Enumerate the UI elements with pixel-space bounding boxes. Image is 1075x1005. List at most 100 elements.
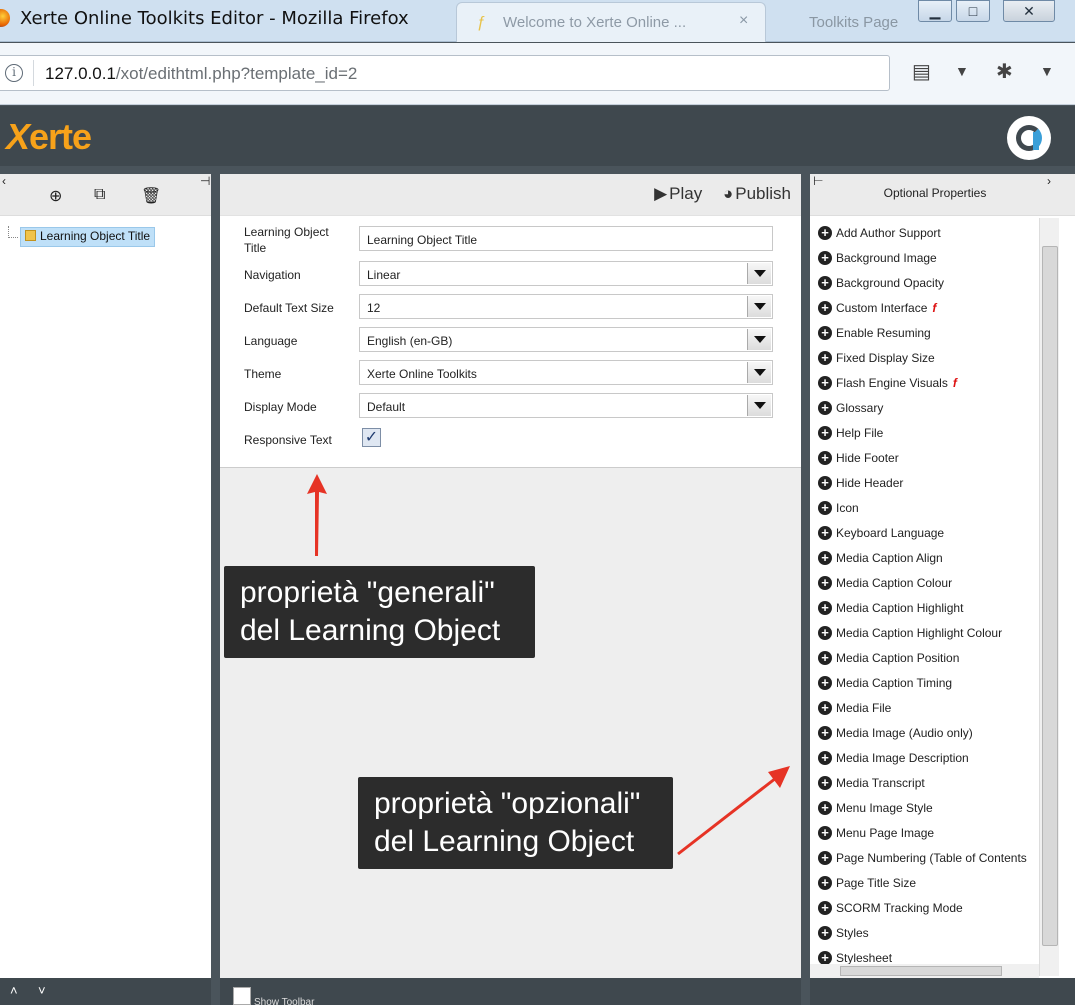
navigation-select[interactable]: Linear bbox=[359, 261, 773, 286]
add-icon[interactable]: + bbox=[818, 775, 832, 790]
list-item[interactable]: + Media Image (Audio only) bbox=[818, 720, 1040, 745]
add-icon[interactable]: + bbox=[818, 925, 832, 940]
list-item[interactable]: + Help File bbox=[818, 420, 1040, 445]
list-item[interactable]: + Glossary bbox=[818, 395, 1040, 420]
responsive-text-checkbox[interactable]: ✓ bbox=[362, 428, 381, 447]
vertical-scrollbar[interactable] bbox=[1039, 218, 1059, 976]
add-icon[interactable]: + bbox=[818, 675, 832, 690]
title-input[interactable]: Learning Object Title bbox=[359, 226, 773, 251]
show-toolbar-checkbox[interactable] bbox=[233, 987, 251, 1005]
add-icon[interactable]: + bbox=[818, 625, 832, 640]
list-item[interactable]: + Media Caption Timing bbox=[818, 670, 1040, 695]
chevron-down-icon[interactable]: ▼ bbox=[955, 63, 969, 79]
list-item[interactable]: + Add Author Support bbox=[818, 220, 1040, 245]
text-size-select[interactable]: 12 bbox=[359, 294, 773, 319]
scrollbar-thumb[interactable] bbox=[1042, 246, 1058, 946]
list-item[interactable]: + Media Image Description bbox=[818, 745, 1040, 770]
chevron-down-icon[interactable] bbox=[747, 296, 771, 317]
clipboard-icon[interactable]: ▤ bbox=[912, 59, 931, 84]
chevron-down-icon[interactable] bbox=[747, 329, 771, 350]
list-item[interactable]: + Hide Footer bbox=[818, 445, 1040, 470]
add-icon[interactable]: + bbox=[818, 400, 832, 415]
list-item[interactable]: + Custom Interface f bbox=[818, 295, 1040, 320]
add-icon[interactable]: + bbox=[818, 900, 832, 915]
info-icon[interactable]: i bbox=[5, 64, 23, 82]
horizontal-scrollbar[interactable] bbox=[810, 964, 1039, 978]
add-icon[interactable]: + bbox=[818, 300, 832, 315]
add-icon[interactable]: + bbox=[818, 750, 832, 765]
add-icon[interactable]: + bbox=[818, 800, 832, 815]
close-window-button[interactable]: ✕ bbox=[1003, 0, 1055, 22]
add-icon[interactable]: + bbox=[818, 700, 832, 715]
pin-icon[interactable]: ⊣ bbox=[200, 174, 210, 188]
chevron-down-icon[interactable] bbox=[747, 263, 771, 284]
chevron-down-icon[interactable]: ˅ bbox=[38, 983, 46, 998]
chevron-left-icon[interactable]: ‹ bbox=[2, 174, 6, 188]
add-icon[interactable]: + bbox=[818, 475, 832, 490]
list-item[interactable]: + SCORM Tracking Mode bbox=[818, 895, 1040, 920]
accessibility-icon[interactable] bbox=[1007, 116, 1051, 160]
tab-welcome[interactable]: ƒ Welcome to Xerte Online ... × bbox=[456, 2, 766, 42]
add-icon[interactable]: + bbox=[818, 275, 832, 290]
add-icon[interactable]: + bbox=[818, 250, 832, 265]
add-icon[interactable]: + bbox=[818, 225, 832, 240]
list-item[interactable]: + Icon bbox=[818, 495, 1040, 520]
add-icon[interactable]: + bbox=[818, 350, 832, 365]
close-icon[interactable]: × bbox=[739, 12, 748, 30]
list-item[interactable]: + Media Caption Highlight bbox=[818, 595, 1040, 620]
add-icon[interactable]: + bbox=[818, 500, 832, 515]
add-icon[interactable]: + bbox=[818, 450, 832, 465]
publish-button[interactable]: ◕ Publish bbox=[723, 184, 791, 203]
add-icon[interactable]: + bbox=[818, 325, 832, 340]
minimize-button[interactable]: ▁ bbox=[918, 0, 952, 22]
firebug-icon[interactable]: ✱ bbox=[996, 59, 1013, 84]
add-icon[interactable]: + bbox=[818, 950, 832, 965]
display-mode-select[interactable]: Default bbox=[359, 393, 773, 418]
list-item[interactable]: + Media Caption Highlight Colour bbox=[818, 620, 1040, 645]
add-icon[interactable]: + bbox=[818, 525, 832, 540]
list-item[interactable]: + Keyboard Language bbox=[818, 520, 1040, 545]
tab-toolkits[interactable]: Toolkits Page bbox=[765, 4, 898, 40]
url-text[interactable]: 127.0.0.1/xot/edithtml.php?template_id=2 bbox=[45, 64, 357, 84]
add-icon[interactable]: + bbox=[818, 425, 832, 440]
tree-item-learning-object[interactable]: Learning Object Title bbox=[20, 227, 156, 247]
delete-icon[interactable]: 🗑 bbox=[141, 186, 161, 206]
add-icon[interactable]: + bbox=[818, 650, 832, 665]
list-item[interactable]: + Styles bbox=[818, 920, 1040, 945]
duplicate-icon[interactable]: ⧉ bbox=[94, 186, 105, 204]
list-item[interactable]: + Background Opacity bbox=[818, 270, 1040, 295]
play-button[interactable]: ▶ Play bbox=[654, 184, 702, 203]
language-select[interactable]: English (en-GB) bbox=[359, 327, 773, 352]
list-item[interactable]: + Fixed Display Size bbox=[818, 345, 1040, 370]
theme-select[interactable]: Xerte Online Toolkits bbox=[359, 360, 773, 385]
list-item[interactable]: + Menu Image Style bbox=[818, 795, 1040, 820]
list-item[interactable]: + Flash Engine Visuals f bbox=[818, 370, 1040, 395]
list-item[interactable]: + Menu Page Image bbox=[818, 820, 1040, 845]
list-item[interactable]: + Enable Resuming bbox=[818, 320, 1040, 345]
list-item[interactable]: + Background Image bbox=[818, 245, 1040, 270]
list-item[interactable]: + Media Transcript bbox=[818, 770, 1040, 795]
list-item[interactable]: + Media File bbox=[818, 695, 1040, 720]
add-icon[interactable]: + bbox=[818, 600, 832, 615]
add-icon[interactable]: + bbox=[818, 875, 832, 890]
list-item[interactable]: + Page Numbering (Table of Contents bbox=[818, 845, 1040, 870]
chevron-up-icon[interactable]: ˄ bbox=[10, 983, 18, 998]
add-icon[interactable]: + bbox=[818, 725, 832, 740]
add-icon[interactable]: + bbox=[818, 575, 832, 590]
chevron-down-icon[interactable] bbox=[747, 362, 771, 383]
list-item[interactable]: + Media Caption Position bbox=[818, 645, 1040, 670]
chevron-down-icon[interactable]: ▼ bbox=[1040, 63, 1054, 79]
scrollbar-thumb[interactable] bbox=[840, 966, 1002, 976]
maximize-button[interactable]: □ bbox=[956, 0, 990, 22]
list-item[interactable]: + Media Caption Align bbox=[818, 545, 1040, 570]
add-icon[interactable]: ⊕ bbox=[49, 186, 62, 206]
add-icon[interactable]: + bbox=[818, 375, 832, 390]
chevron-down-icon[interactable] bbox=[747, 395, 771, 416]
list-item[interactable]: + Hide Header bbox=[818, 470, 1040, 495]
url-bar[interactable]: i 127.0.0.1/xot/edithtml.php?template_id… bbox=[0, 55, 890, 91]
list-item[interactable]: + Media Caption Colour bbox=[818, 570, 1040, 595]
add-icon[interactable]: + bbox=[818, 550, 832, 565]
add-icon[interactable]: + bbox=[818, 825, 832, 840]
add-icon[interactable]: + bbox=[818, 850, 832, 865]
list-item[interactable]: + Page Title Size bbox=[818, 870, 1040, 895]
